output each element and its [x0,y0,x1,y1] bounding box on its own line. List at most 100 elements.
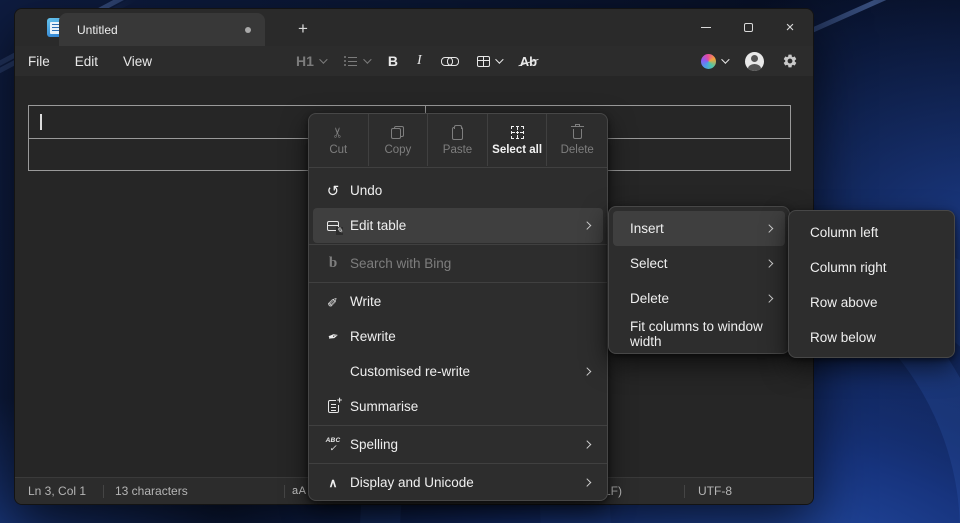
maximize-button[interactable] [727,9,769,46]
avatar-icon [745,52,764,71]
desktop: Untitled + × File Edit View H1 [0,0,960,523]
menu-item-spelling[interactable]: ABC✓ Spelling [313,427,603,462]
chevron-right-icon [764,259,772,267]
window-controls: × [685,9,811,46]
gear-icon [782,53,798,69]
copilot-icon [701,54,716,69]
bing-icon [324,255,342,273]
menu-item-edit-table[interactable]: Edit table [313,208,603,243]
menu-separator [309,282,607,283]
menu-item-rewrite[interactable]: Rewrite [313,319,603,354]
chevron-right-icon [582,478,590,486]
cursor-position: Ln 3, Col 1 [28,484,86,498]
list-dropdown[interactable] [341,49,372,73]
toolbar: File Edit View H1 B I [15,46,813,76]
submenu-item-label: Column left [810,225,878,240]
select-all-button[interactable]: Select all [488,114,548,166]
cut-button[interactable]: Cut [309,114,369,166]
menu-item-write[interactable]: Write [313,284,603,319]
menu-item-customised-re-write[interactable]: Customised re-write [313,354,603,389]
menubar: File Edit View [28,46,152,76]
paste-label: Paste [443,144,472,156]
submenu-item-label: Select [630,256,668,271]
menu-item-label: Edit table [350,218,406,233]
tab-untitled[interactable]: Untitled [59,13,265,46]
maximize-icon [744,23,753,32]
submenu-item-row-above[interactable]: Row above [793,285,950,320]
menu-item-search-with-bing[interactable]: Search with Bing [313,246,603,281]
chevron-right-icon [764,294,772,302]
submenu-item-delete[interactable]: Delete [613,281,785,316]
cut-label: Cut [329,144,347,156]
submenu-item-select[interactable]: Select [613,246,785,281]
menu-item-list: Undo Edit table Search with Bing Write R… [309,169,607,504]
menu-item-label: Rewrite [350,329,396,344]
edit-table-icon [327,221,339,231]
chevron-down-icon [721,55,729,63]
submenu-item-column-left[interactable]: Column left [793,215,950,250]
italic-button[interactable]: I [414,49,425,73]
copilot-dropdown[interactable] [698,49,730,73]
submenu-item-label: Row above [810,295,878,310]
bold-button[interactable]: B [385,49,401,73]
chevron-down-icon [495,55,503,63]
chevron-right-icon [582,221,590,229]
italic-icon: I [417,53,422,69]
menu-separator [309,244,607,245]
submenu-item-label: Delete [630,291,669,306]
status-divider [103,485,104,498]
text-caret [40,114,42,130]
account-button[interactable] [742,49,767,73]
submenu-item-column-right[interactable]: Column right [793,250,950,285]
context-menu: Cut Copy Paste Select all Delete [308,113,608,501]
chevron-right-icon [582,440,590,448]
heading-style-dropdown[interactable]: H1 [293,49,328,73]
submenu-item-row-below[interactable]: Row below [793,320,950,355]
table-icon [477,56,490,67]
submenu-item-fit-columns[interactable]: Fit columns to window width [613,316,785,351]
title-bar: Untitled + × [15,9,813,46]
close-button[interactable]: × [769,9,811,46]
menu-item-label: Write [350,294,381,309]
menu-item-label: Spelling [350,437,398,452]
menu-item-label: Search with Bing [350,256,451,271]
toolbar-right [698,46,801,76]
new-tab-button[interactable]: + [291,17,315,41]
zoom-indicator[interactable]: aA [292,485,306,497]
menu-item-summarise[interactable]: Summarise [313,389,603,424]
insert-link-button[interactable] [438,49,461,73]
copy-button[interactable]: Copy [369,114,429,166]
insert-table-dropdown[interactable] [474,49,504,73]
spellcheck-icon: ABC✓ [324,438,342,452]
menu-file[interactable]: File [28,54,50,69]
menu-item-display-and-unicode[interactable]: Display and Unicode [313,465,603,500]
delete-button[interactable]: Delete [547,114,607,166]
status-divider [684,485,685,498]
submenu-item-label: Insert [630,221,664,236]
chevron-down-icon [363,55,371,63]
formatting-toolbar: H1 B I [293,46,540,76]
bold-icon: B [388,53,398,69]
submenu-item-insert[interactable]: Insert [613,211,785,246]
copy-icon [391,126,404,139]
menu-view[interactable]: View [123,54,152,69]
quill-icon [324,328,342,346]
menu-item-label: Display and Unicode [350,475,474,490]
paste-button[interactable]: Paste [428,114,488,166]
clear-formatting-button[interactable]: Ab [517,49,540,73]
encoding-indicator[interactable]: UTF-8 [698,484,732,498]
menu-edit[interactable]: Edit [75,54,98,69]
copy-label: Copy [384,144,411,156]
minimize-icon [701,27,711,28]
undo-icon [324,182,342,200]
tab-title: Untitled [77,23,118,37]
close-icon: × [786,20,795,35]
chevron-right-icon [764,224,772,232]
menu-separator [309,167,607,168]
edit-table-submenu: Insert Select Delete Fit columns to wind… [608,206,790,354]
clipboard-row: Cut Copy Paste Select all Delete [309,114,607,166]
minimize-button[interactable] [685,9,727,46]
chevron-right-icon [582,367,590,375]
menu-item-undo[interactable]: Undo [313,173,603,208]
settings-button[interactable] [779,49,801,73]
